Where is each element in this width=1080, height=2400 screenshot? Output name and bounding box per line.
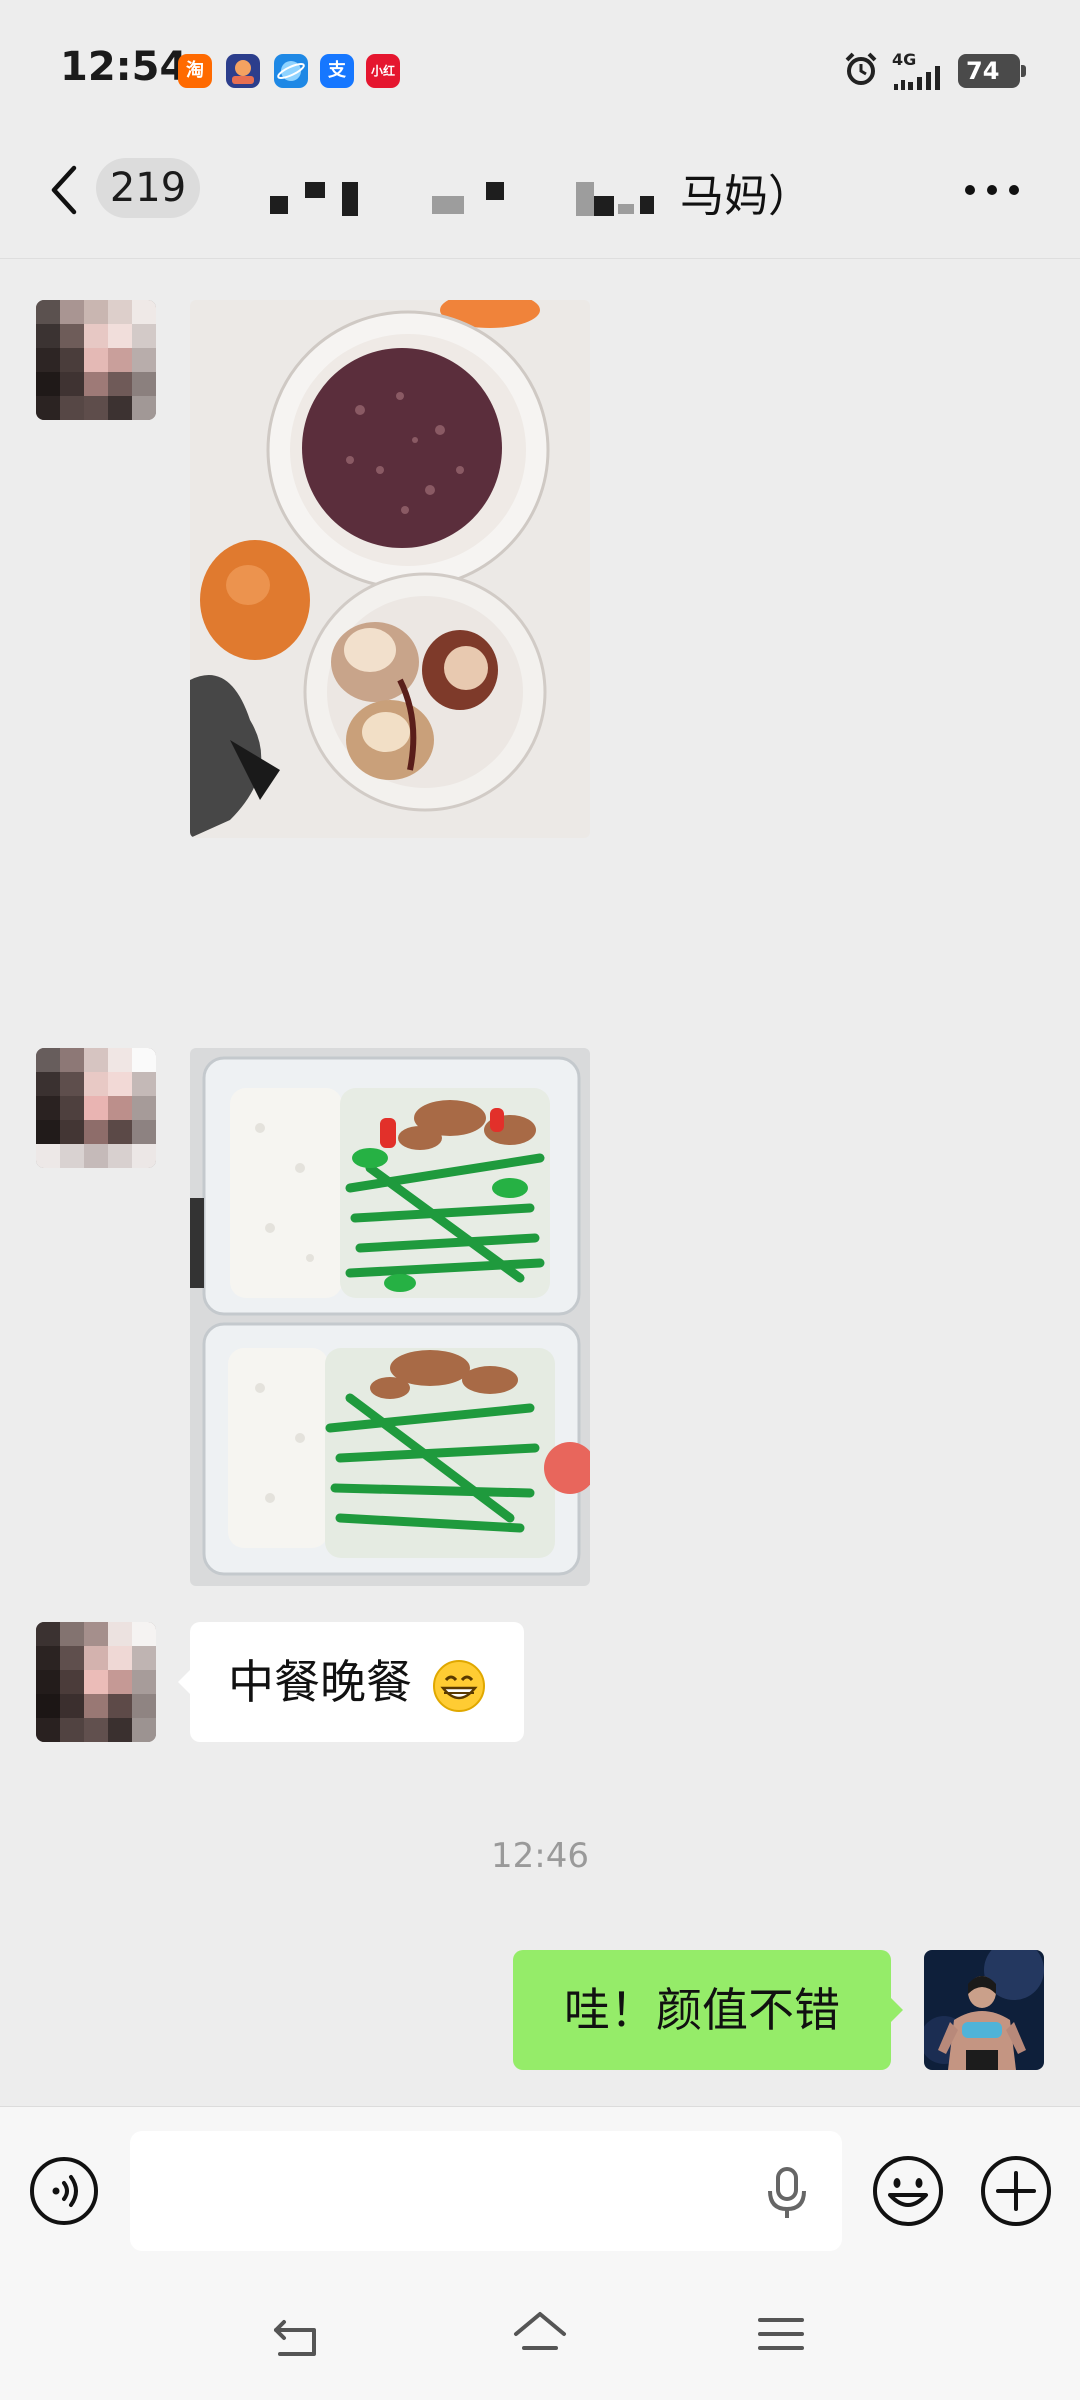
outgoing-text-bubble[interactable]: 哇！颜值不错 (513, 1950, 903, 2070)
microphone-icon[interactable] (762, 2165, 812, 2221)
battery-level: 74 (966, 57, 1000, 85)
taobao-app-icon: 淘 (178, 54, 212, 88)
status-bar: 12:54 淘 支 小红书 4G 74 (0, 0, 1080, 130)
system-nav-bar (0, 2266, 1080, 2400)
battery-tip (1021, 65, 1026, 77)
alipay-app-icon: 支 (320, 54, 354, 88)
xiaohongshu-app-icon: 小红书 (366, 54, 400, 88)
voice-input-icon[interactable] (28, 2155, 100, 2227)
more-options-icon[interactable] (962, 182, 1022, 198)
image-message-breakfast[interactable] (190, 300, 590, 838)
message-text: 中餐晚餐 (228, 1655, 412, 1709)
bubble-tail (178, 1670, 190, 1694)
message-timestamp: 12:46 (491, 1836, 589, 1876)
status-time: 12:54 (60, 44, 188, 90)
nav-home-icon[interactable] (510, 2306, 570, 2360)
chat-title: 马妈） (680, 171, 812, 222)
message-text-input[interactable] (130, 2131, 842, 2251)
grinning-emoji-icon (432, 1659, 485, 1712)
nav-menu-icon[interactable] (756, 2312, 806, 2356)
my-avatar[interactable] (924, 1950, 1044, 2070)
chat-header: 219 马妈） (0, 130, 1080, 259)
bubble-tail (891, 1998, 903, 2022)
contact-avatar[interactable] (36, 300, 156, 420)
contact-avatar[interactable] (36, 1622, 156, 1742)
chat-input-bar (0, 2106, 1080, 2267)
nav-back-icon[interactable] (270, 2310, 326, 2360)
battery-indicator: 74 (958, 54, 1026, 88)
browser-app-icon (274, 54, 308, 88)
alarm-icon (845, 52, 877, 85)
signal-bars-icon (894, 66, 940, 90)
redacted-title (200, 152, 670, 222)
plus-icon[interactable] (978, 2153, 1054, 2229)
signal-indicator: 4G (892, 50, 948, 90)
message-text: 哇！颜值不错 (564, 1983, 840, 2037)
incoming-text-bubble[interactable]: 中餐晚餐 (178, 1622, 524, 1742)
unread-count-badge[interactable]: 219 (96, 158, 200, 218)
game-app-icon (226, 54, 260, 88)
back-arrow-icon[interactable] (44, 160, 84, 220)
contact-avatar[interactable] (36, 1048, 156, 1168)
image-message-lunchbox[interactable] (190, 1048, 590, 1586)
emoji-icon[interactable] (870, 2153, 946, 2229)
